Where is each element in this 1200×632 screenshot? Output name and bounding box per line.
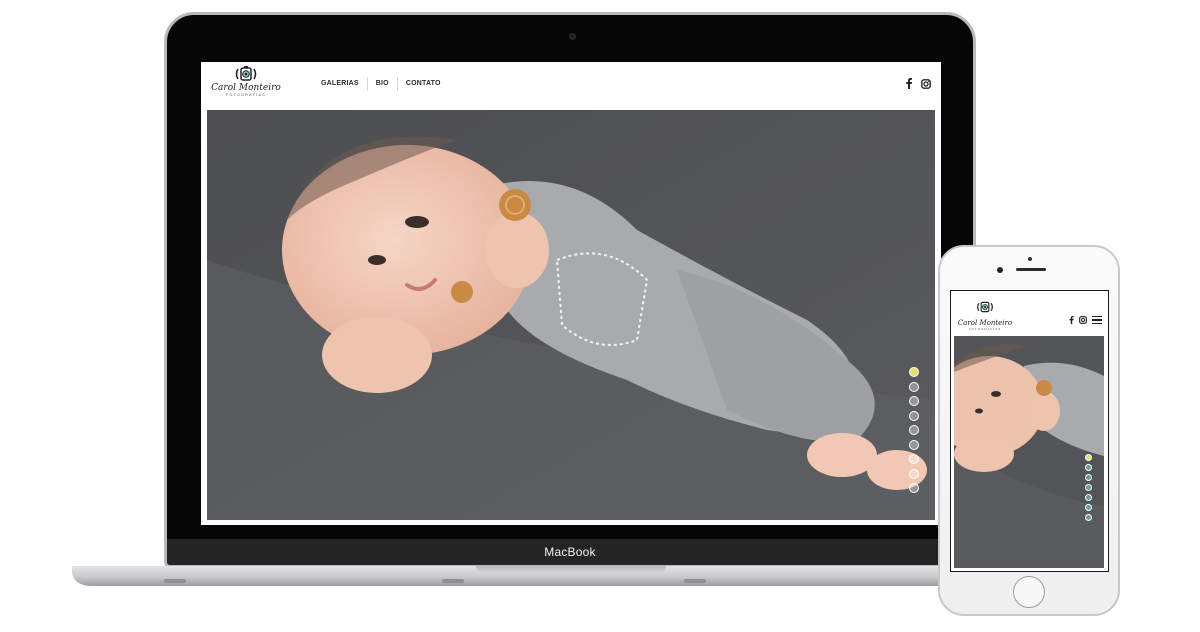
main-nav: GALERIAS BIO CONTATO	[313, 77, 449, 91]
newborn-photo-mobile	[954, 336, 1104, 568]
mobile-slider-dot[interactable]	[1085, 484, 1092, 491]
mobile-logo-name: Carol Monteiro	[957, 319, 1013, 327]
macbook-chin: MacBook	[167, 539, 973, 565]
mobile-logo-tagline: FOTOGRAFIAS	[968, 327, 1002, 331]
mobile-slider-dot[interactable]	[1085, 494, 1092, 501]
mobile-slider-dot[interactable]	[1085, 464, 1092, 471]
slider-dot[interactable]	[909, 381, 919, 392]
home-button[interactable]	[1013, 576, 1045, 608]
webcam-icon	[569, 33, 576, 40]
phone-sensor	[1028, 257, 1032, 261]
mobile-slider-dot[interactable]	[1085, 504, 1092, 511]
hero-slider[interactable]	[207, 110, 935, 520]
macbook-notch	[476, 566, 666, 573]
slider-dots	[909, 367, 919, 493]
slider-dot[interactable]	[909, 410, 919, 421]
phone-screen: Carol Monteiro FOTOGRAFIAS	[950, 290, 1109, 572]
mobile-hero-slider[interactable]	[954, 336, 1104, 568]
macbook-foot	[442, 579, 464, 583]
phone-speaker	[1016, 268, 1046, 271]
newborn-photo	[207, 110, 935, 520]
slider-dot[interactable]	[909, 367, 919, 377]
camera-icon	[977, 301, 993, 313]
macbook-label: MacBook	[544, 545, 596, 559]
site-header: Carol Monteiro FOTOGRAFIAS GALERIAS BIO …	[201, 62, 941, 107]
instagram-icon[interactable]	[1079, 311, 1087, 329]
macbook-foot	[164, 579, 186, 583]
macbook-foot	[684, 579, 706, 583]
slider-dot[interactable]	[909, 468, 919, 479]
logo-tagline: FOTOGRAFIAS	[226, 93, 266, 97]
hamburger-icon[interactable]	[1092, 316, 1102, 324]
slider-dot[interactable]	[909, 454, 919, 464]
nav-bio[interactable]: BIO	[368, 77, 397, 91]
mobile-header-actions	[1069, 311, 1102, 329]
slider-dot[interactable]	[909, 483, 919, 493]
mobile-slider-dot[interactable]	[1085, 474, 1092, 481]
phone-camera-icon	[997, 267, 1003, 273]
nav-galerias[interactable]: GALERIAS	[313, 77, 367, 91]
logo-name: Carol Monteiro	[211, 83, 281, 93]
slider-dot[interactable]	[909, 396, 919, 406]
slider-dot[interactable]	[909, 439, 919, 450]
mobile-slider-dots	[1085, 454, 1092, 521]
nav-contato[interactable]: CONTATO	[398, 77, 449, 91]
facebook-icon[interactable]	[906, 76, 912, 94]
site-logo[interactable]: Carol Monteiro FOTOGRAFIAS	[210, 65, 282, 105]
mobile-slider-dot[interactable]	[1085, 454, 1092, 461]
laptop-screen: Carol Monteiro FOTOGRAFIAS GALERIAS BIO …	[201, 62, 941, 525]
instagram-icon[interactable]	[921, 76, 931, 94]
camera-icon	[235, 66, 257, 81]
mobile-site-logo[interactable]: Carol Monteiro FOTOGRAFIAS	[957, 300, 1013, 332]
social-links	[906, 76, 931, 94]
facebook-icon[interactable]	[1069, 311, 1074, 329]
iphone: Carol Monteiro FOTOGRAFIAS	[938, 245, 1120, 616]
mobile-slider-dot[interactable]	[1085, 514, 1092, 521]
slider-dot[interactable]	[909, 425, 919, 435]
